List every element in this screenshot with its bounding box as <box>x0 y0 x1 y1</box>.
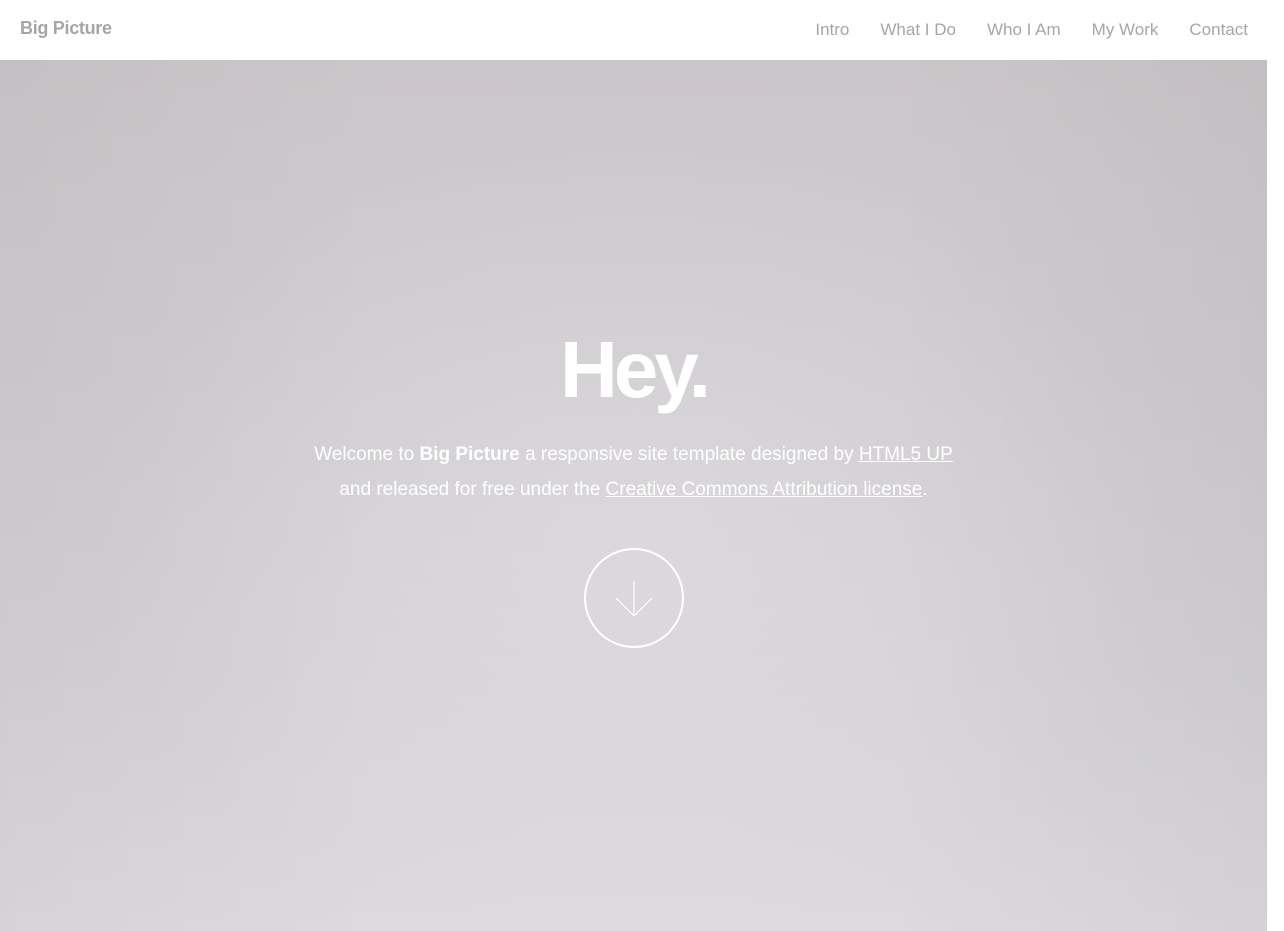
arrow-down-icon <box>615 581 653 617</box>
brand-logo[interactable]: Big Picture <box>20 18 112 39</box>
page: Big Picture Intro What I Do Who I Am My … <box>0 0 1284 931</box>
hero-title: Hey. <box>559 325 711 414</box>
hero-text-brand: Big Picture <box>419 444 520 465</box>
nav-link-who-i-am[interactable]: Who I Am <box>987 20 1061 40</box>
nav-link-contact[interactable]: Contact <box>1189 20 1248 40</box>
hero-description: Welcome to Big Picture a responsive site… <box>0 437 1267 507</box>
scrollbar[interactable] <box>1267 0 1284 931</box>
intro-content: Hey. Welcome to Big Picture a responsive… <box>0 60 1267 931</box>
hero-text-period: . <box>922 479 928 500</box>
html5up-link[interactable]: HTML5 UP <box>859 444 953 465</box>
nav-link-my-work[interactable]: My Work <box>1092 20 1159 40</box>
site-header: Big Picture Intro What I Do Who I Am My … <box>0 0 1267 60</box>
nav-link-intro[interactable]: Intro <box>815 20 849 40</box>
hero-text-welcome: Welcome to <box>314 444 415 465</box>
nav-link-what-i-do[interactable]: What I Do <box>880 20 956 40</box>
main-nav: Intro What I Do Who I Am My Work Contact <box>784 20 1248 40</box>
hero-text-designed-by: a responsive site template designed by <box>525 444 854 465</box>
scroll-down-button[interactable] <box>584 548 684 648</box>
hero-text-released: and released for free under the <box>339 479 601 500</box>
intro-section: Hey. Welcome to Big Picture a responsive… <box>0 60 1267 931</box>
license-link[interactable]: Creative Commons Attribution license <box>606 479 923 500</box>
